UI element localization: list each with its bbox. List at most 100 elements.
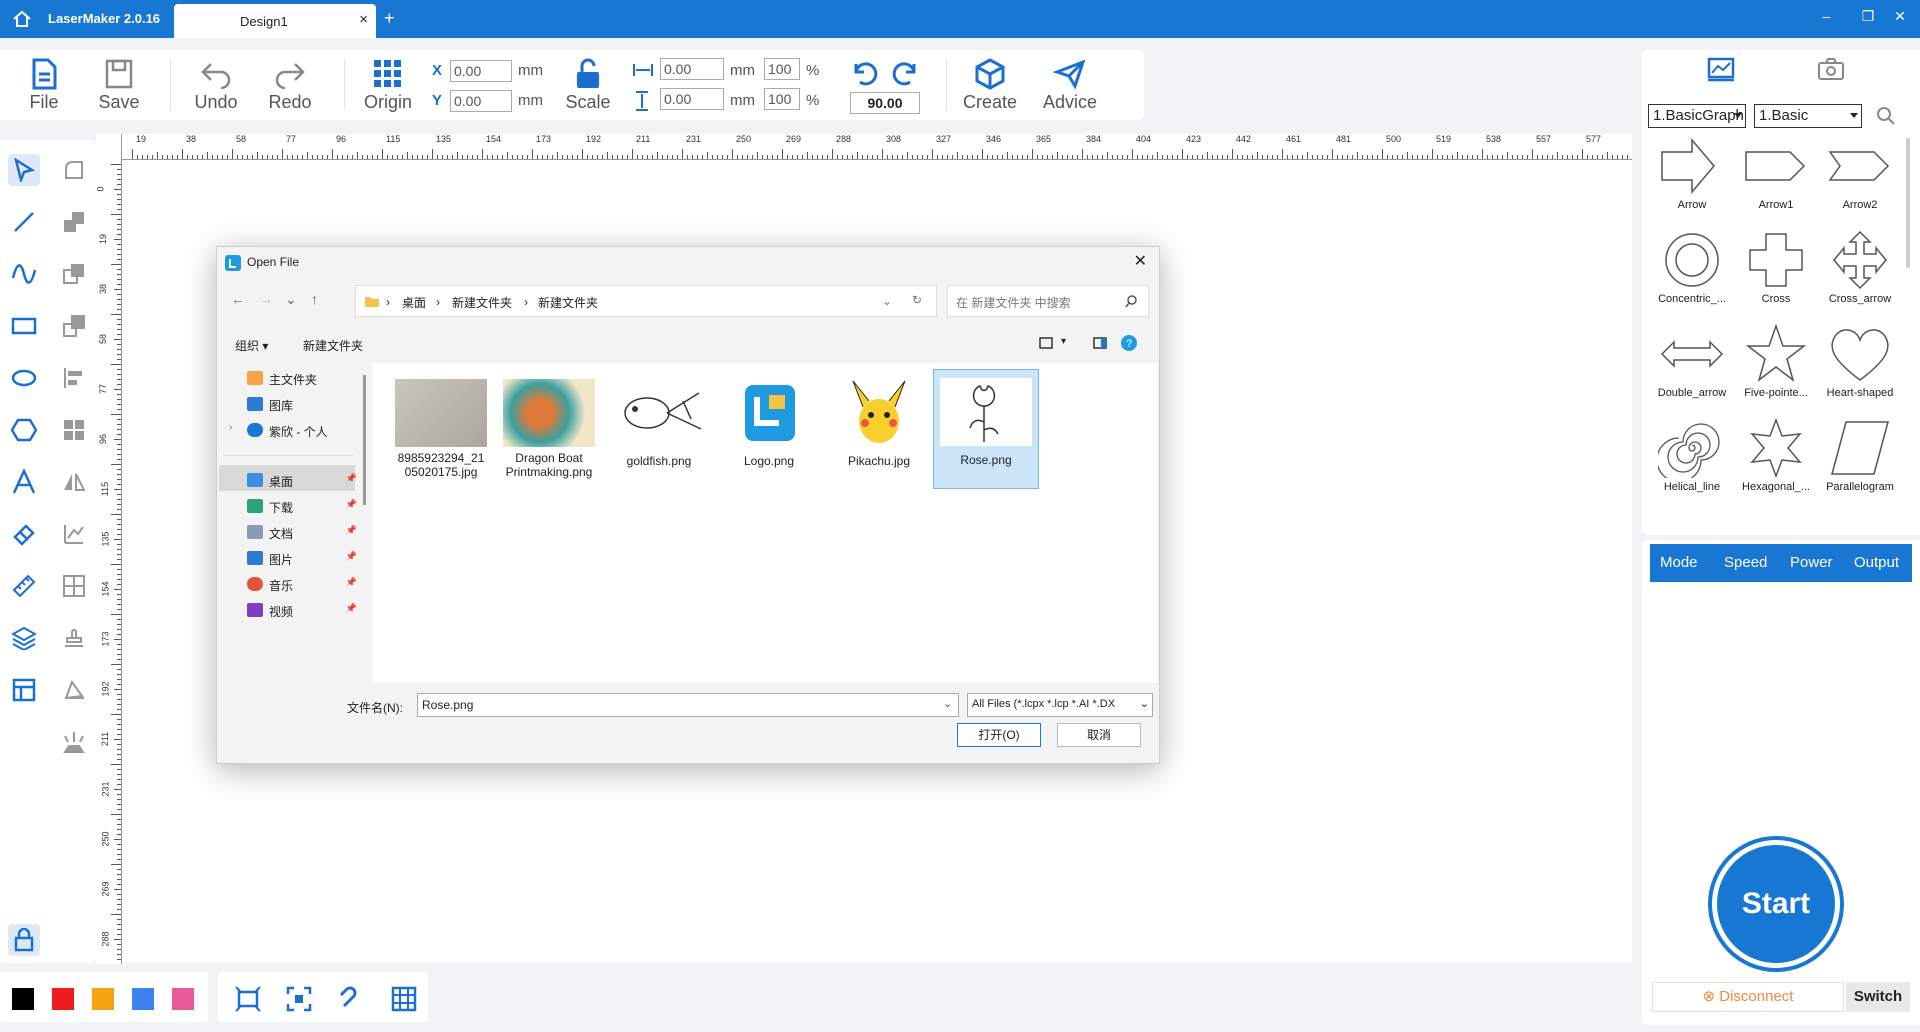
x-position-input[interactable]: 0.00	[450, 60, 512, 82]
rectangle-tool[interactable]	[8, 310, 40, 342]
height-input[interactable]: 0.00	[660, 88, 724, 110]
advice-button[interactable]: Advice	[1038, 58, 1102, 120]
subtract-tool[interactable]	[58, 258, 90, 290]
shape-item[interactable]: Arrow1	[1734, 136, 1818, 228]
chevron-down-icon[interactable]: ⌄	[943, 697, 952, 710]
pen-tool[interactable]	[58, 674, 90, 706]
minimize-button[interactable]: –	[1816, 8, 1836, 24]
forward-arrow-icon[interactable]: →	[259, 291, 273, 307]
stamp-tool[interactable]	[58, 622, 90, 654]
trace-tool[interactable]	[58, 518, 90, 550]
view-mode-icon[interactable]	[1039, 337, 1053, 349]
curve-tool[interactable]	[8, 258, 40, 290]
mirror-tool[interactable]	[58, 466, 90, 498]
color-swatch-red[interactable]	[52, 988, 74, 1010]
nav-scrollbar[interactable]	[363, 375, 366, 505]
shape-item[interactable]: Hexagonal_...	[1734, 418, 1818, 510]
tab-speed[interactable]: Speed	[1724, 554, 1767, 571]
combine-tool[interactable]	[58, 206, 90, 238]
graphics-tab-icon[interactable]	[1706, 56, 1736, 82]
expand-chevron-icon[interactable]: ›	[229, 422, 232, 433]
filename-input[interactable]: Rose.png	[417, 693, 959, 717]
nav-item-music[interactable]: 音乐 📌	[247, 575, 357, 599]
rotate-ccw-icon[interactable]	[850, 60, 880, 88]
origin-button[interactable]: Origin	[356, 58, 420, 120]
width-percent-input[interactable]: 100	[764, 58, 800, 80]
lock-tool[interactable]	[8, 924, 40, 956]
pin-icon[interactable]: 📌	[346, 473, 357, 484]
organize-button[interactable]: 组织 ▾	[235, 337, 268, 354]
y-position-input[interactable]: 0.00	[450, 90, 512, 112]
tab-design1[interactable]: Design1 ×	[174, 4, 376, 38]
shape-panel-scrollbar[interactable]	[1906, 138, 1910, 268]
file-item[interactable]: Pikachu.jpg	[829, 373, 929, 493]
tab-output[interactable]: Output	[1854, 554, 1899, 571]
switch-button[interactable]: Switch	[1846, 982, 1910, 1012]
new-folder-button[interactable]: 新建文件夹	[303, 337, 363, 354]
color-swatch-blue[interactable]	[132, 988, 154, 1010]
shape-subcategory-select[interactable]: 1.Basic	[1754, 104, 1862, 128]
pin-icon[interactable]: 📌	[346, 551, 357, 562]
file-item-selected[interactable]: Rose.png	[933, 369, 1039, 489]
layers-tool[interactable]	[8, 622, 40, 654]
tab-power[interactable]: Power	[1790, 554, 1833, 571]
recent-locations-icon[interactable]: ⌄	[285, 291, 297, 308]
dialog-close-button[interactable]: ✕	[1134, 251, 1147, 271]
breadcrumb-folder-1[interactable]: 新建文件夹	[452, 294, 512, 311]
shape-item[interactable]: Arrow	[1650, 136, 1734, 228]
camera-tab-icon[interactable]	[1816, 56, 1846, 82]
search-icon[interactable]	[1876, 106, 1896, 126]
save-button[interactable]: Save	[87, 58, 151, 120]
close-window-button[interactable]: ✕	[1890, 8, 1910, 25]
shape-item[interactable]: Double_arrow	[1650, 324, 1734, 416]
rotate-cw-icon[interactable]	[890, 60, 920, 88]
nav-item-onedrive[interactable]: › 紫欣 - 个人	[229, 421, 357, 445]
search-box[interactable]: 在 新建文件夹 中搜索	[947, 285, 1149, 317]
rotation-angle-input[interactable]: 90.00	[850, 92, 920, 114]
magnet-icon[interactable]	[338, 986, 364, 1012]
file-item[interactable]: 8985923294_2105020175.jpg	[391, 373, 491, 493]
color-swatch-black[interactable]	[12, 988, 34, 1010]
back-arrow-icon[interactable]: ←	[231, 291, 245, 307]
text-tool[interactable]	[8, 466, 40, 498]
address-bar[interactable]: › 桌面 › 新建文件夹 › 新建文件夹 ⌄ ↻	[355, 285, 937, 317]
nav-item-pictures[interactable]: 图片 📌	[247, 549, 357, 573]
create-button[interactable]: Create	[958, 58, 1022, 120]
fit-page-icon[interactable]	[235, 986, 261, 1012]
nav-item-videos[interactable]: 视频 📌	[247, 601, 357, 625]
disconnect-button[interactable]: ⊗ Disconnect	[1652, 982, 1844, 1012]
shape-item[interactable]: Five-pointe...	[1734, 324, 1818, 416]
open-button[interactable]: 打开(O)	[957, 723, 1041, 747]
shape-category-select[interactable]: 1.BasicGraph	[1648, 104, 1746, 128]
array-tool[interactable]	[58, 414, 90, 446]
file-button[interactable]: File	[12, 58, 76, 120]
nav-item-documents[interactable]: 文档 📌	[247, 523, 357, 547]
home-icon[interactable]	[12, 10, 32, 28]
file-item[interactable]: Dragon Boat Printmaking.png	[499, 373, 599, 493]
cancel-button[interactable]: 取消	[1057, 723, 1141, 747]
grid-icon[interactable]	[391, 986, 417, 1012]
nav-item-desktop[interactable]: 桌面 📌	[247, 471, 357, 495]
undo-button[interactable]: Undo	[184, 58, 248, 120]
shape-item[interactable]: Cross_arrow	[1818, 230, 1902, 322]
line-tool[interactable]	[8, 206, 40, 238]
shape-item[interactable]: Heart-shaped	[1818, 324, 1902, 416]
redo-button[interactable]: Redo	[258, 58, 322, 120]
tab-mode[interactable]: Mode	[1660, 554, 1698, 571]
nav-item-gallery[interactable]: 图库	[247, 395, 357, 419]
measure-tool[interactable]	[8, 570, 40, 602]
panel-tool[interactable]	[8, 674, 40, 706]
pin-icon[interactable]: 📌	[346, 525, 357, 536]
shape-item[interactable]: Helical_line	[1650, 418, 1734, 510]
fit-selection-icon[interactable]	[286, 986, 312, 1012]
pin-icon[interactable]: 📌	[346, 577, 357, 588]
ellipse-tool[interactable]	[8, 362, 40, 394]
view-dropdown-icon[interactable]: ▾	[1061, 336, 1066, 347]
filetype-select[interactable]: All Files (*.lcpx *.lcp *.AI *.DX ⌄	[967, 693, 1153, 717]
shape-item[interactable]: Parallelogram	[1818, 418, 1902, 510]
pin-icon[interactable]: 📌	[346, 603, 357, 614]
breadcrumb-desktop[interactable]: 桌面	[402, 294, 426, 311]
close-tab-icon[interactable]: ×	[359, 11, 368, 28]
intersect-tool[interactable]	[58, 310, 90, 342]
shape-item[interactable]: Cross	[1734, 230, 1818, 322]
